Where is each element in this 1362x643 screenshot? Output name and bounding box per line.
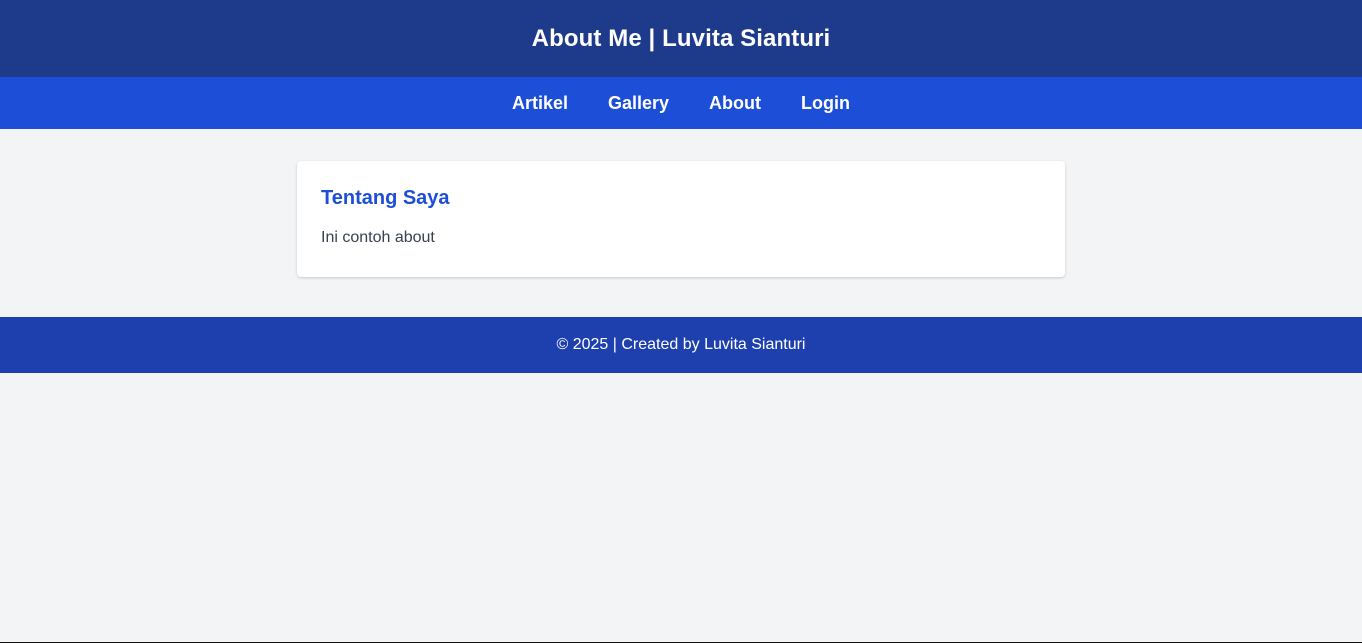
main-content: Tentang Saya Ini contoh about xyxy=(0,129,1362,317)
nav-link-about[interactable]: About xyxy=(709,93,761,114)
site-footer: © 2025 | Created by Luvita Sianturi xyxy=(0,317,1362,373)
nav-link-login[interactable]: Login xyxy=(801,93,850,114)
site-header: About Me | Luvita Sianturi xyxy=(0,0,1362,77)
site-title: About Me | Luvita Sianturi xyxy=(531,24,831,52)
nav-link-artikel[interactable]: Artikel xyxy=(512,93,568,114)
about-card-body: Ini contoh about xyxy=(321,229,435,246)
footer-text: © 2025 | Created by Luvita Sianturi xyxy=(556,336,806,353)
main-nav: Artikel Gallery About Login xyxy=(0,77,1362,129)
about-card-title: Tentang Saya xyxy=(321,187,450,209)
about-card: Tentang Saya Ini contoh about xyxy=(297,161,1065,277)
nav-link-gallery[interactable]: Gallery xyxy=(608,93,669,114)
